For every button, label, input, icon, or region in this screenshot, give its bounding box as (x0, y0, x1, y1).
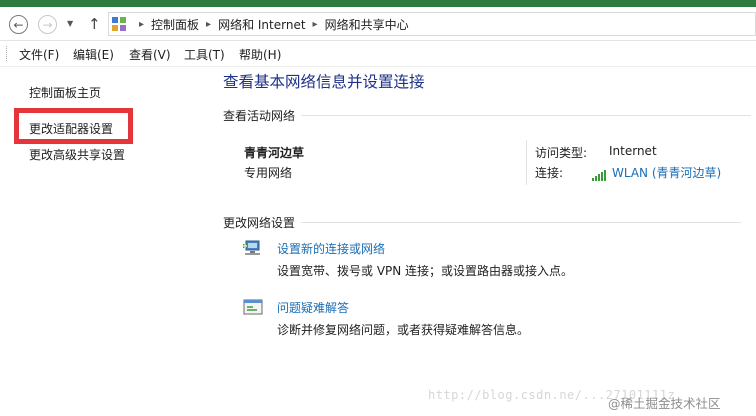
wifi-signal-icon (592, 167, 607, 181)
main-content: 查看基本网络信息并设置连接 查看活动网络 青青河边草 专用网络 访问类型: In… (212, 67, 756, 416)
breadcrumb-item[interactable]: 控制面板 (151, 16, 199, 33)
troubleshoot-icon (243, 299, 263, 315)
divider (301, 115, 752, 116)
menu-help[interactable]: 帮助(H) (239, 46, 281, 63)
menu-view[interactable]: 查看(V) (129, 46, 171, 63)
address-bar-row: ← → ▼ ↑ ▸ 控制面板 ▸ 网络和 Internet ▸ 网络和共享中心 (0, 7, 756, 41)
menu-tools[interactable]: 工具(T) (184, 46, 225, 63)
setup-connection-link[interactable]: 设置新的连接或网络 (277, 240, 385, 257)
new-connection-icon (243, 240, 260, 255)
network-type[interactable]: 专用网络 (244, 164, 292, 181)
watermark-site: @稀土掘金技术社区 (608, 396, 721, 411)
section-heading: 更改网络设置 (223, 214, 742, 231)
control-panel-icon (112, 17, 126, 31)
setup-connection-description: 设置宽带、拨号或 VPN 连接；或设置路由器或接入点。 (277, 264, 574, 278)
connection-link[interactable]: WLAN (青青河边草) (612, 166, 721, 180)
network-name: 青青河边草 (244, 146, 305, 160)
address-field[interactable]: ▸ 控制面板 ▸ 网络和 Internet ▸ 网络和共享中心 (108, 12, 756, 36)
menu-grip (6, 46, 7, 61)
access-type-label: 访问类型: (535, 146, 588, 160)
troubleshoot-link[interactable]: 问题疑难解答 (277, 299, 349, 316)
connections-label: 连接: (535, 166, 564, 180)
breadcrumb-item[interactable]: 网络和共享中心 (325, 16, 409, 33)
menu-edit[interactable]: 编辑(E) (73, 46, 114, 63)
sidebar-item-control-panel-home[interactable]: 控制面板主页 (29, 84, 101, 101)
menu-bar: 文件(F) 编辑(E) 查看(V) 工具(T) 帮助(H) (0, 41, 756, 67)
back-arrow-icon[interactable]: ← (9, 15, 28, 34)
forward-arrow-icon[interactable]: → (38, 15, 57, 34)
troubleshoot-description: 诊断并修复网络问题，或者获得疑难解答信息。 (277, 323, 530, 337)
access-type-value: Internet (609, 144, 657, 158)
highlight-box (14, 108, 133, 144)
menu-file[interactable]: 文件(F) (19, 46, 59, 63)
window-title-strip (0, 0, 756, 7)
page-title: 查看基本网络信息并设置连接 (223, 73, 425, 91)
sidebar-item-change-advanced-sharing[interactable]: 更改高级共享设置 (29, 146, 125, 163)
divider (526, 140, 527, 185)
divider (301, 222, 742, 223)
recent-pages-dropdown-icon[interactable]: ▼ (67, 19, 73, 28)
connection-link-row[interactable]: WLAN (青青河边草) (592, 164, 721, 181)
section-heading: 查看活动网络 (223, 107, 752, 124)
up-arrow-icon[interactable]: ↑ (88, 15, 101, 33)
breadcrumb-item[interactable]: 网络和 Internet (218, 16, 305, 33)
